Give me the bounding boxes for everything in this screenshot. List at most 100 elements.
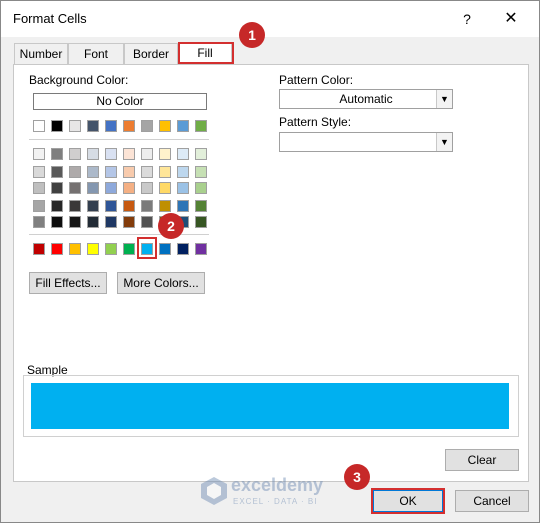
color-swatch-shade3-7[interactable]: [141, 182, 153, 194]
color-swatch-shade3-8[interactable]: [159, 182, 171, 194]
color-swatch-shade2-3[interactable]: [69, 166, 81, 178]
color-swatch-shade4-9[interactable]: [177, 200, 189, 212]
color-swatch-shade2-1[interactable]: [33, 166, 45, 178]
pattern-color-label: Pattern Color:: [279, 73, 354, 87]
watermark-name: exceldemy: [231, 475, 324, 495]
color-swatch-shade4-1[interactable]: [33, 200, 45, 212]
color-swatch-shade3-5[interactable]: [105, 182, 117, 194]
more-colors-button[interactable]: More Colors...: [117, 272, 205, 294]
color-swatch-standard-4[interactable]: [87, 243, 99, 255]
chevron-down-icon: ▼: [436, 90, 452, 108]
color-swatch-shade4-3[interactable]: [69, 200, 81, 212]
color-swatch-shade4-4[interactable]: [87, 200, 99, 212]
format-cells-dialog: Format Cells ? ✕ Number Font Border Fill…: [0, 0, 540, 523]
color-swatch-standard-6[interactable]: [123, 243, 135, 255]
fill-effects-button[interactable]: Fill Effects...: [29, 272, 107, 294]
color-swatch-shade3-4[interactable]: [87, 182, 99, 194]
color-swatch-shade5-10[interactable]: [195, 216, 207, 228]
color-swatch-theme-1[interactable]: [33, 120, 45, 132]
color-swatch-shade3-6[interactable]: [123, 182, 135, 194]
exceldemy-logo-icon: [201, 477, 227, 505]
color-swatch-shade4-5[interactable]: [105, 200, 117, 212]
color-swatch-shade4-2[interactable]: [51, 200, 63, 212]
color-swatch-theme-5[interactable]: [105, 120, 117, 132]
color-swatch-theme-8[interactable]: [159, 120, 171, 132]
color-swatch-shade3-9[interactable]: [177, 182, 189, 194]
tab-number[interactable]: Number: [14, 43, 68, 65]
color-swatch-standard-8[interactable]: [159, 243, 171, 255]
color-swatch-shade1-9[interactable]: [177, 148, 189, 160]
close-button[interactable]: ✕: [499, 7, 523, 31]
color-swatch-standard-3[interactable]: [69, 243, 81, 255]
dialog-title: Format Cells: [13, 11, 87, 26]
color-swatch-standard-5[interactable]: [105, 243, 117, 255]
color-swatch-shade5-3[interactable]: [69, 216, 81, 228]
color-swatch-shade3-1[interactable]: [33, 182, 45, 194]
watermark-tagline: EXCEL · DATA · BI: [233, 497, 318, 506]
tab-border[interactable]: Border: [124, 43, 178, 65]
step-badge-1: 1: [239, 22, 265, 48]
pattern-color-value: Automatic: [339, 92, 393, 106]
color-swatch-shade4-10[interactable]: [195, 200, 207, 212]
color-swatch-shade1-4[interactable]: [87, 148, 99, 160]
color-swatch-shade2-5[interactable]: [105, 166, 117, 178]
color-swatch-shade5-4[interactable]: [87, 216, 99, 228]
background-color-label: Background Color:: [29, 73, 129, 87]
color-swatch-shade1-1[interactable]: [33, 148, 45, 160]
highlight-ok-button: [371, 488, 445, 514]
watermark: exceldemy EXCEL · DATA · BI: [201, 473, 361, 513]
color-swatch-shade4-8[interactable]: [159, 200, 171, 212]
step-badge-3: 3: [344, 464, 370, 490]
highlight-fill-tab: [178, 42, 234, 64]
color-swatch-shade5-6[interactable]: [123, 216, 135, 228]
clear-button[interactable]: Clear: [445, 449, 519, 471]
color-swatch-shade1-2[interactable]: [51, 148, 63, 160]
color-swatch-shade2-9[interactable]: [177, 166, 189, 178]
color-swatch-theme-4[interactable]: [87, 120, 99, 132]
color-swatch-shade3-10[interactable]: [195, 182, 207, 194]
color-swatch-shade5-1[interactable]: [33, 216, 45, 228]
tab-font[interactable]: Font: [68, 43, 124, 65]
palette-divider: [29, 139, 209, 140]
pattern-color-select[interactable]: Automatic ▼: [279, 89, 453, 109]
color-swatch-theme-6[interactable]: [123, 120, 135, 132]
chevron-down-icon: ▼: [436, 133, 452, 151]
highlight-selected-color: [137, 237, 157, 259]
color-swatch-shade1-10[interactable]: [195, 148, 207, 160]
color-swatch-theme-9[interactable]: [177, 120, 189, 132]
color-swatch-shade2-10[interactable]: [195, 166, 207, 178]
cancel-button[interactable]: Cancel: [455, 490, 529, 512]
color-swatch-theme-7[interactable]: [141, 120, 153, 132]
color-swatch-standard-2[interactable]: [51, 243, 63, 255]
color-swatch-standard-1[interactable]: [33, 243, 45, 255]
color-swatch-shade5-7[interactable]: [141, 216, 153, 228]
color-swatch-shade2-7[interactable]: [141, 166, 153, 178]
color-swatch-shade2-2[interactable]: [51, 166, 63, 178]
no-color-button[interactable]: No Color: [33, 93, 207, 110]
color-swatch-shade2-6[interactable]: [123, 166, 135, 178]
color-swatch-theme-2[interactable]: [51, 120, 63, 132]
color-swatch-shade1-5[interactable]: [105, 148, 117, 160]
color-swatch-shade1-7[interactable]: [141, 148, 153, 160]
step-badge-2: 2: [158, 213, 184, 239]
color-swatch-shade4-6[interactable]: [123, 200, 135, 212]
color-swatch-theme-10[interactable]: [195, 120, 207, 132]
help-button[interactable]: ?: [455, 7, 479, 31]
color-swatch-shade1-3[interactable]: [69, 148, 81, 160]
color-swatch-shade3-3[interactable]: [69, 182, 81, 194]
color-swatch-shade5-2[interactable]: [51, 216, 63, 228]
color-swatch-shade4-7[interactable]: [141, 200, 153, 212]
color-swatch-shade2-4[interactable]: [87, 166, 99, 178]
title-bar: Format Cells ? ✕: [1, 1, 539, 37]
color-swatch-shade2-8[interactable]: [159, 166, 171, 178]
color-swatch-standard-9[interactable]: [177, 243, 189, 255]
color-swatch-standard-10[interactable]: [195, 243, 207, 255]
sample-preview: [31, 383, 509, 429]
color-swatch-theme-3[interactable]: [69, 120, 81, 132]
color-swatch-shade1-8[interactable]: [159, 148, 171, 160]
pattern-style-label: Pattern Style:: [279, 115, 352, 129]
color-swatch-shade3-2[interactable]: [51, 182, 63, 194]
color-swatch-shade1-6[interactable]: [123, 148, 135, 160]
color-swatch-shade5-5[interactable]: [105, 216, 117, 228]
pattern-style-select[interactable]: ▼: [279, 132, 453, 152]
